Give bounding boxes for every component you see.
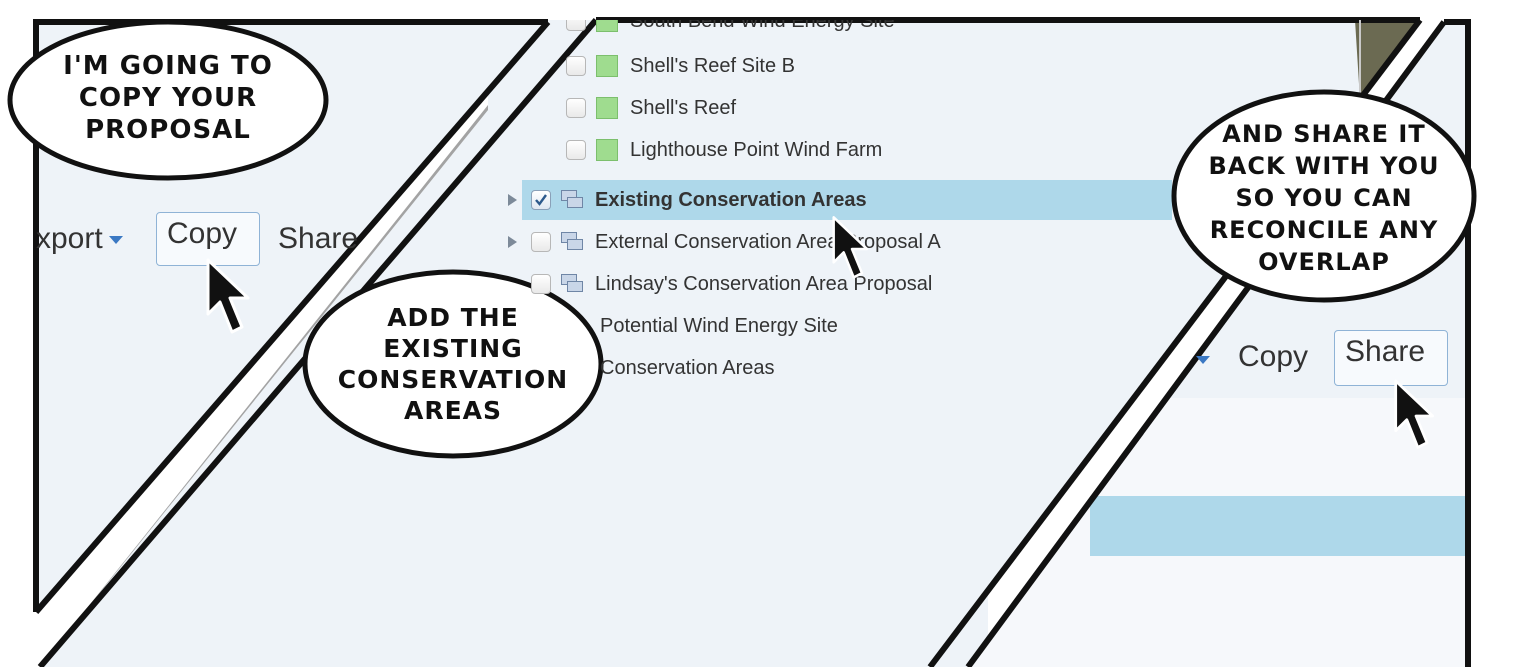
speech-bubble-right-text: AND SHARE IT BACK WITH YOU SO YOU CAN RE…	[1186, 118, 1462, 278]
copy-label: Copy	[167, 217, 238, 250]
layer-item[interactable]: Shell's Reef Site B	[566, 48, 795, 84]
bubble-line: ADD THE	[387, 303, 519, 332]
layer-label: Lighthouse Point Wind Farm	[630, 138, 883, 161]
checkbox-icon[interactable]	[531, 274, 551, 294]
bubble-line: RECONCILE ANY	[1209, 216, 1439, 244]
bubble-line: AND SHARE IT	[1222, 120, 1426, 148]
copy-button[interactable]: Copy	[1238, 340, 1308, 374]
right-selection-bar	[1090, 496, 1468, 556]
layer-label: Shell's Reef	[630, 96, 737, 119]
bubble-line: EXISTING	[383, 334, 523, 363]
bubble-line: I'M GOING TO	[63, 51, 273, 81]
layer-group[interactable]: Potential Wind Energy Site	[600, 308, 838, 344]
green-swatch-icon	[596, 139, 618, 161]
bubble-line: CONSERVATION	[337, 365, 569, 394]
layer-label: Potential Wind Energy Site	[600, 314, 838, 337]
chevron-down-icon	[1196, 356, 1210, 364]
speech-bubble-left-text: I'M GOING TO COPY YOUR PROPOSAL	[30, 50, 306, 146]
layer-group[interactable]: Conservation Areas	[600, 350, 775, 386]
bubble-line: SO YOU CAN	[1235, 184, 1413, 212]
share-button[interactable]: Share	[278, 222, 363, 256]
expand-triangle-icon[interactable]	[508, 194, 517, 206]
layer-item[interactable]: Shell's Reef	[566, 90, 736, 126]
layer-label: Conservation Areas	[600, 356, 775, 379]
chevron-down-icon	[108, 236, 123, 245]
export-label: xport	[36, 222, 103, 255]
cursor-arrow-icon	[206, 258, 250, 334]
layer-label: Existing Conservation Areas	[595, 188, 867, 211]
green-swatch-icon	[596, 97, 618, 119]
share-label: Share	[278, 222, 359, 255]
green-swatch-icon	[596, 55, 618, 77]
layer-label: Shell's Reef Site B	[630, 54, 796, 77]
checkbox-checked-icon[interactable]	[531, 190, 551, 210]
cursor-arrow-icon	[832, 216, 869, 279]
layer-group-existing-conservation[interactable]: Existing Conservation Areas	[508, 182, 867, 218]
bubble-line: PROPOSAL	[85, 115, 251, 145]
layer-label: External Conservation Area Proposal A	[595, 230, 941, 253]
cursor-arrow-icon	[1394, 379, 1434, 449]
export-menu[interactable]: xport	[36, 222, 123, 256]
layer-label: Lindsay's Conservation Area Proposal	[595, 272, 933, 295]
checkbox-icon[interactable]	[566, 98, 586, 118]
layer-stack-icon	[561, 190, 585, 210]
layer-stack-icon	[561, 232, 585, 252]
layer-item[interactable]: Lighthouse Point Wind Farm	[566, 132, 882, 168]
expand-triangle-icon[interactable]	[508, 236, 517, 248]
bubble-line: COPY YOUR	[78, 83, 258, 113]
copy-label: Copy	[1238, 340, 1309, 373]
layer-stack-icon	[561, 274, 585, 294]
bubble-line: BACK WITH YOU	[1208, 152, 1440, 180]
checkbox-icon[interactable]	[566, 56, 586, 76]
checkbox-icon[interactable]	[531, 232, 551, 252]
speech-bubble-middle-text: ADD THE EXISTING CONSERVATION AREAS	[318, 302, 588, 426]
layer-group[interactable]: External Conservation Area Proposal A	[508, 224, 941, 260]
share-label: Share	[1345, 335, 1426, 368]
bubble-line: OVERLAP	[1258, 248, 1390, 276]
bubble-line: AREAS	[403, 396, 503, 425]
checkbox-icon[interactable]	[566, 140, 586, 160]
